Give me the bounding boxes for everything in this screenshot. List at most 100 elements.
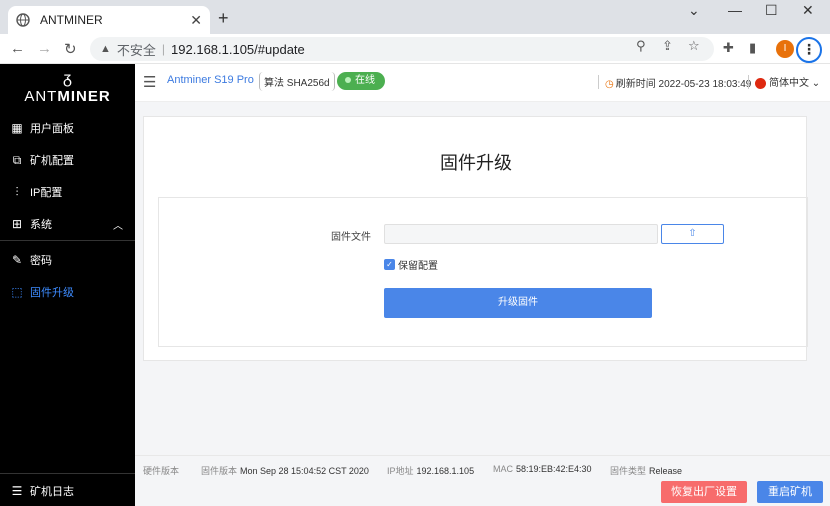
window-close-icon[interactable]: ✕ <box>802 2 814 19</box>
sidebar-item-label: 固件升级 <box>30 287 74 299</box>
keep-config-label: 保留配置 <box>398 261 438 272</box>
china-flag-icon <box>755 77 766 89</box>
forward-icon[interactable]: → <box>37 40 52 57</box>
sidebar-item-label: 用户面板 <box>30 123 74 135</box>
sidebar-item-ip-config[interactable]: ⫶ IP配置 <box>0 177 135 207</box>
sidebar-divider <box>0 473 135 474</box>
reload-icon[interactable]: ↻ <box>64 40 77 58</box>
top-header: ☰ Antminer S19 Pro 算法 SHA256d 在线 ◷ 刷新时间 2… <box>135 64 830 102</box>
language-label: 简体中文 <box>769 78 809 89</box>
refresh-time: ◷ 刷新时间 2022-05-23 18:03:49 <box>605 75 751 90</box>
share-icon[interactable]: ⇪ <box>662 38 673 54</box>
security-label: 不安全 <box>116 42 156 58</box>
file-label: 固件文件 <box>331 232 371 243</box>
hw-version: 硬件版本 <box>143 464 182 477</box>
chevron-down-icon: ⌄ <box>811 78 821 89</box>
new-tab-button[interactable]: + <box>218 8 229 29</box>
status-dot-icon <box>345 77 351 84</box>
header-divider <box>748 75 749 89</box>
upgrade-form: 固件文件 ⇧ ✓ 保留配置 升级固件 <box>158 197 808 347</box>
sidebar-item-miner-config[interactable]: ⧉ 矿机配置 <box>0 145 135 175</box>
status-badge: 在线 <box>337 72 385 90</box>
upgrade-button[interactable]: 升级固件 <box>384 288 652 318</box>
sidebar-item-dashboard[interactable]: ▦ 用户面板 <box>0 113 135 143</box>
warning-icon[interactable]: ▲ <box>100 43 111 55</box>
refresh-value: 2022-05-23 18:03:49 <box>658 79 752 90</box>
algorithm-badge: 算法 SHA256d <box>259 72 335 91</box>
chevron-down-icon[interactable]: ⌄ <box>688 2 700 19</box>
brand-text-left: ANT <box>24 88 58 105</box>
footer-bar: 硬件版本 固件版本 Mon Sep 28 15:04:52 CST 2020 IP… <box>135 455 830 506</box>
header-divider <box>598 75 599 89</box>
ant-logo-icon: ᵹ <box>63 70 72 87</box>
brand-text-right: MINER <box>57 88 111 105</box>
chip-icon: ⬚ <box>11 285 23 299</box>
ip-value: 192.168.1.105 <box>416 466 475 476</box>
clock-icon: ◷ <box>605 79 614 90</box>
chevron-up-icon: ︿ <box>113 220 123 232</box>
browser-tabstrip: ANTMINER ✕ + ⌄ — ☐ ✕ <box>0 0 830 34</box>
sidebar-item-label: 系统 <box>30 219 52 231</box>
algo-label: 算法 <box>264 78 284 89</box>
sidebar-item-password[interactable]: ✎ 密码 <box>0 245 135 275</box>
tab-title: ANTMINER <box>40 13 103 27</box>
tab-close-icon[interactable]: ✕ <box>190 12 202 29</box>
browser-toolbar: ← → ↻ ▲ 不安全 | 192.168.1.105/#update ⚲ ⇪ … <box>0 34 830 64</box>
keep-config-checkbox[interactable]: ✓ <box>384 259 395 270</box>
mac-address: MAC 58:19:EB:42:E4:30 <box>493 464 592 474</box>
minimize-icon[interactable]: — <box>728 2 742 18</box>
maximize-icon[interactable]: ☐ <box>765 2 778 19</box>
sidebar-item-label: 矿机配置 <box>30 155 74 167</box>
firmware-type: 固件类型 Release <box>610 464 682 477</box>
side-panel-icon[interactable]: ▮ <box>749 40 756 56</box>
miner-model: Antminer S19 Pro <box>167 74 254 86</box>
sidebar-item-label: IP配置 <box>30 187 63 199</box>
extensions-icon[interactable]: ✚ <box>723 40 734 56</box>
factory-reset-button[interactable]: 恢复出厂设置 <box>661 481 747 503</box>
refresh-label: 刷新时间 <box>615 79 656 90</box>
url-text[interactable]: 192.168.1.105/#update <box>171 42 305 57</box>
sidebar: ᵹ ANTMINER ▦ 用户面板 ⧉ 矿机配置 ⫶ IP配置 ⊞ 系统 ︿ ✎… <box>0 64 135 506</box>
upload-button[interactable]: ⇧ <box>661 224 724 244</box>
hamburger-menu-icon[interactable]: ☰ <box>143 73 156 91</box>
profile-avatar[interactable]: I <box>776 40 794 58</box>
firmware-panel: 固件升级 固件文件 ⇧ ✓ 保留配置 升级固件 <box>143 116 808 361</box>
omnibox-separator: | <box>161 42 166 56</box>
ip-address: IP地址 192.168.1.105 <box>387 464 474 477</box>
sidebar-item-label: 密码 <box>30 255 52 267</box>
upload-icon: ⇧ <box>688 228 697 239</box>
firmware-file-input[interactable] <box>384 224 658 244</box>
fwtype-label: 固件类型 <box>610 466 647 476</box>
keep-config-row[interactable]: ✓ 保留配置 <box>384 257 438 272</box>
password-icon: ✎ <box>11 253 23 267</box>
sliders-icon: ⫶ <box>15 184 19 199</box>
reboot-button[interactable]: 重启矿机 <box>757 481 823 503</box>
log-icon: ☰ <box>11 484 23 498</box>
browser-tab[interactable]: ANTMINER ✕ <box>8 6 210 34</box>
bookmark-star-icon[interactable]: ☆ <box>688 38 700 54</box>
mac-value: 58:19:EB:42:E4:30 <box>516 464 592 474</box>
ip-label: IP地址 <box>387 466 414 476</box>
main-content: 固件升级 固件文件 ⇧ ✓ 保留配置 升级固件 <box>135 102 830 455</box>
globe-icon <box>16 13 30 27</box>
dashboard-icon: ▦ <box>11 121 23 135</box>
zoom-icon[interactable]: ⚲ <box>636 38 646 54</box>
system-icon: ⊞ <box>11 217 23 231</box>
status-text: 在线 <box>355 75 375 86</box>
hw-label: 硬件版本 <box>143 466 180 476</box>
mac-label: MAC <box>493 464 513 474</box>
sidebar-item-label: 矿机日志 <box>30 486 74 498</box>
fw-value: Mon Sep 28 15:04:52 CST 2020 <box>240 466 369 476</box>
fwtype-value: Release <box>649 466 683 476</box>
browser-menu-icon[interactable]: ⋮ <box>796 37 822 63</box>
antminer-logo: ᵹ ANTMINER <box>0 70 135 105</box>
algo-value: SHA256d <box>286 78 330 89</box>
address-bar[interactable]: ▲ 不安全 | 192.168.1.105/#update <box>90 37 714 61</box>
sidebar-item-system[interactable]: ⊞ 系统 ︿ <box>0 209 135 239</box>
language-selector[interactable]: 简体中文 ⌄ <box>755 74 820 89</box>
page-title: 固件升级 <box>440 153 512 173</box>
sidebar-item-miner-log[interactable]: ☰ 矿机日志 <box>0 476 135 506</box>
back-icon[interactable]: ← <box>10 40 25 57</box>
sidebar-item-firmware-upgrade[interactable]: ⬚ 固件升级 <box>0 277 135 307</box>
config-icon: ⧉ <box>12 152 22 167</box>
